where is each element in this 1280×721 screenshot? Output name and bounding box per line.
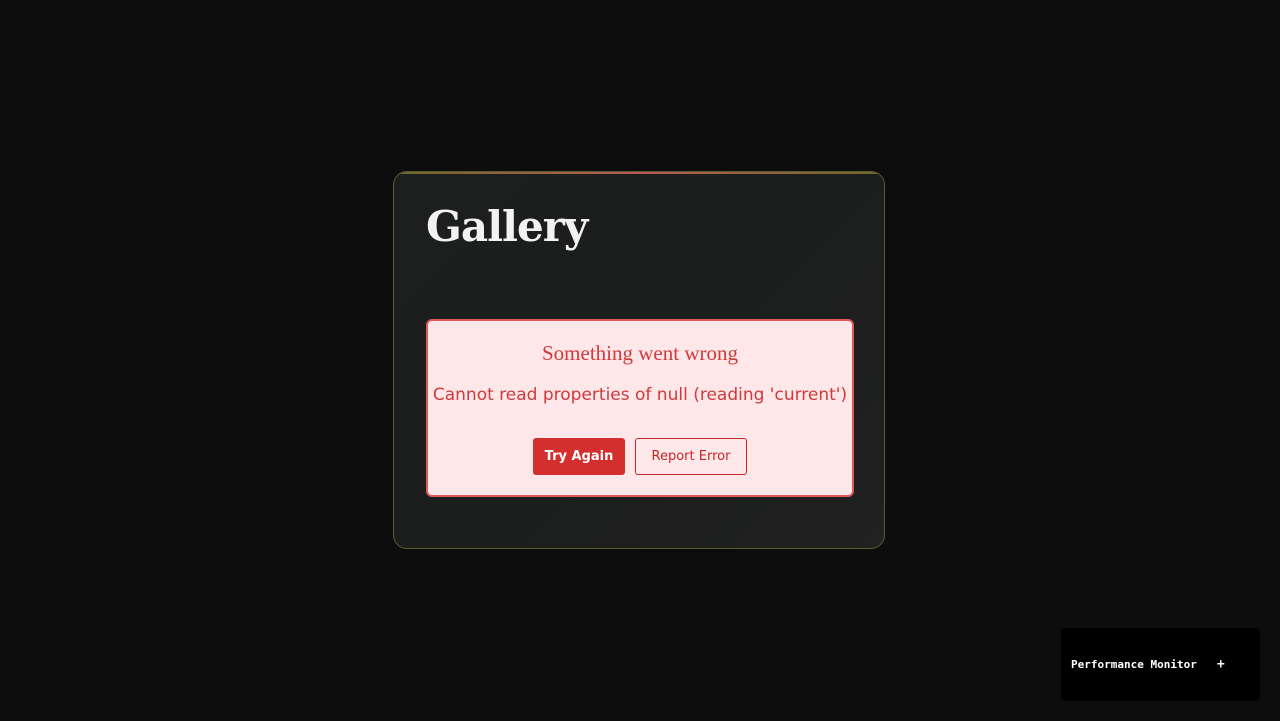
performance-monitor-label: Performance Monitor — [1071, 658, 1197, 671]
try-again-button[interactable]: Try Again — [533, 438, 625, 475]
report-error-button[interactable]: Report Error — [635, 438, 747, 475]
gallery-card: Gallery Something went wrong Cannot read… — [393, 171, 885, 549]
error-boundary-box: Something went wrong Cannot read propert… — [426, 319, 854, 497]
card-accent-line — [394, 172, 884, 174]
performance-monitor-panel[interactable]: Performance Monitor + — [1061, 628, 1260, 701]
error-title: Something went wrong — [542, 341, 738, 365]
expand-plus-icon[interactable]: + — [1217, 657, 1225, 672]
error-actions: Try Again Report Error — [428, 438, 852, 475]
page-title: Gallery — [426, 202, 588, 251]
error-message: Cannot read properties of null (reading … — [432, 385, 848, 405]
